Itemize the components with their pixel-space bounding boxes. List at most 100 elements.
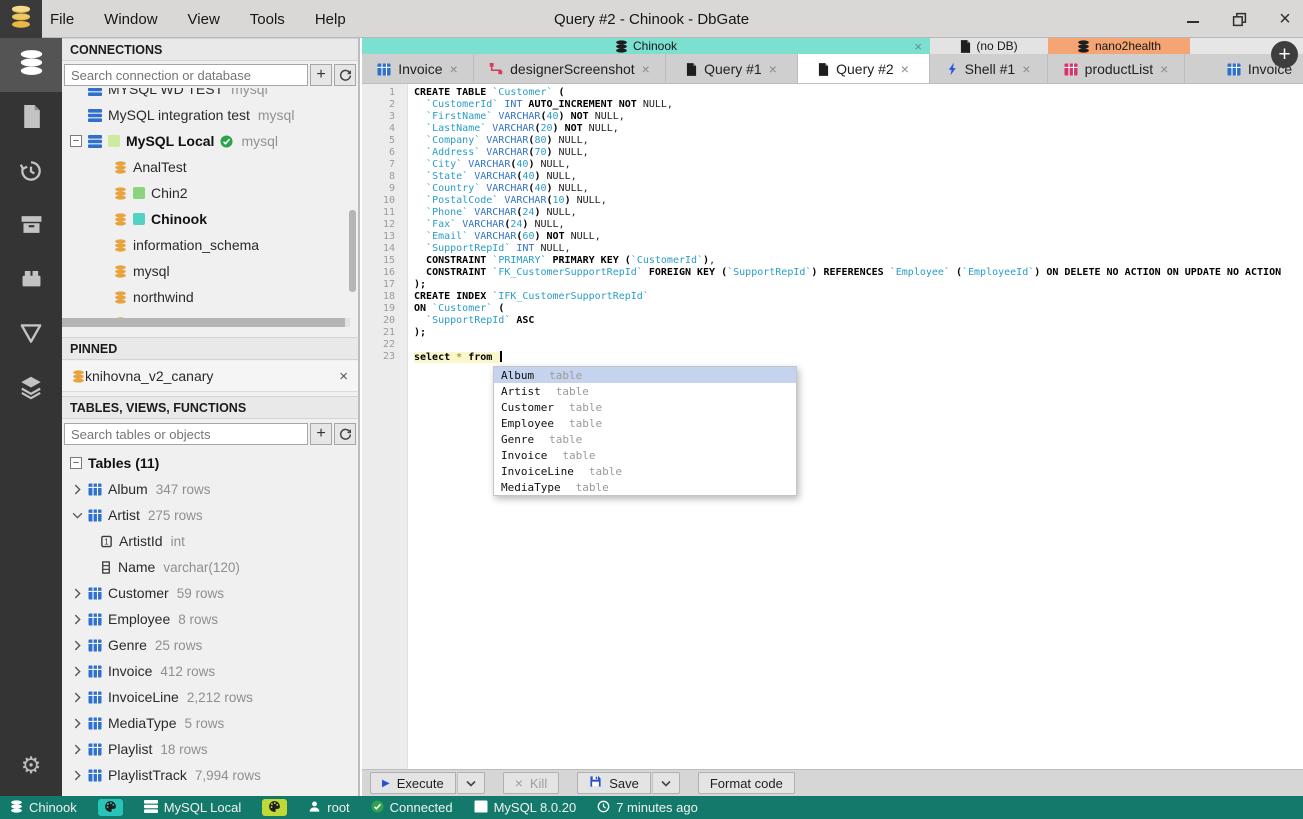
table-row[interactable]: InvoiceLine 2,212 rows [62, 684, 358, 710]
rail-item-triangle[interactable] [0, 308, 62, 362]
collapse-expander-icon[interactable]: − [70, 457, 82, 469]
connection-row[interactable]: MySQL integration test mysql [62, 102, 358, 128]
statusbar-user[interactable]: root [308, 800, 350, 816]
column-row[interactable]: Name varchar(120) [62, 554, 358, 580]
database-color-badge[interactable] [97, 799, 123, 816]
connection-color-badge[interactable] [262, 799, 288, 816]
menu-view[interactable]: View [188, 11, 220, 28]
chevron-right-icon[interactable] [74, 640, 82, 651]
rail-item-settings[interactable]: ⚙ [0, 738, 62, 792]
connection-row[interactable]: northwind [62, 284, 358, 310]
connection-row[interactable]: AnalTest [62, 154, 358, 180]
rail-item-file[interactable] [0, 92, 62, 146]
autocomplete-item-name: Album [501, 368, 535, 382]
save-button[interactable]: Save [577, 772, 651, 794]
close-tab-button[interactable]: × [1160, 61, 1168, 77]
tab-query--1[interactable]: Query #1 × [666, 54, 798, 83]
connection-row[interactable]: Chinook [62, 206, 358, 232]
minimize-button[interactable] [1185, 11, 1201, 27]
table-row[interactable]: MediaType 5 rows [62, 710, 358, 736]
rail-item-database[interactable] [0, 38, 62, 92]
chevron-down-icon[interactable] [72, 510, 83, 521]
menu-window[interactable]: Window [104, 11, 157, 28]
save-dropdown-button[interactable] [651, 772, 680, 794]
column-row[interactable]: 1 ArtistId int [62, 528, 358, 554]
execute-button[interactable]: ▶ Execute [370, 772, 456, 794]
rail-item-history[interactable] [0, 146, 62, 200]
menu-tools[interactable]: Tools [250, 11, 285, 28]
rail-item-layers[interactable] [0, 362, 62, 416]
connection-row[interactable] [62, 310, 358, 318]
pinned-item[interactable]: knihovna_v2_canary × [62, 361, 358, 392]
add-object-button[interactable]: + [310, 423, 332, 445]
tab-invoice[interactable]: Invoice × [362, 54, 474, 83]
table-row[interactable]: Employee 8 rows [62, 606, 358, 632]
code-line: `Address` VARCHAR(70) NULL, [426, 147, 589, 158]
close-group-button[interactable]: × [914, 38, 922, 54]
statusbar-connection[interactable]: MySQL Local [143, 799, 241, 816]
rail-item-archive[interactable] [0, 200, 62, 254]
tables-root-row[interactable]: − Tables (11) [62, 450, 358, 476]
kill-button[interactable]: × Kill [502, 772, 560, 794]
chevron-right-icon[interactable] [74, 770, 82, 781]
close-tab-button[interactable]: × [901, 61, 909, 77]
connection-row[interactable]: MYSQL WD TEST mysql [62, 88, 358, 102]
chevron-right-icon[interactable] [74, 692, 82, 703]
autocomplete-item[interactable]: Album table [494, 367, 796, 383]
new-tab-button[interactable]: + [1271, 41, 1298, 68]
autocomplete-item[interactable]: InvoiceLine table [494, 463, 796, 479]
autocomplete-item[interactable]: Artist table [494, 383, 796, 399]
close-tab-button[interactable]: × [450, 61, 458, 77]
connection-row[interactable]: − MySQL Local mysql [62, 128, 358, 154]
add-connection-button[interactable]: + [310, 64, 332, 86]
engine-label: mysql [257, 107, 295, 123]
autocomplete-item[interactable]: Customer table [494, 399, 796, 415]
menu-file[interactable]: File [50, 11, 74, 28]
close-tab-button[interactable]: × [769, 61, 777, 77]
connection-row[interactable]: Chin2 [62, 180, 358, 206]
table-row[interactable]: Invoice 412 rows [62, 658, 358, 684]
sql-editor[interactable]: 1 2 3 4 5 6 7 8 9 10 11 12 13 14 15 16 17 18 19 20 21 22 23 CR… [362, 84, 1303, 769]
menu-help[interactable]: Help [315, 11, 346, 28]
rail-item-plugin[interactable] [0, 254, 62, 308]
chevron-right-icon[interactable] [74, 588, 82, 599]
connections-search-input[interactable] [64, 64, 308, 86]
tables-search-input[interactable] [64, 423, 308, 445]
table-row[interactable]: PlaylistTrack 7,994 rows [62, 762, 358, 788]
connection-row[interactable]: information_schema [62, 232, 358, 258]
close-tab-button[interactable]: × [642, 61, 650, 77]
table-row[interactable]: Genre 25 rows [62, 632, 358, 658]
autocomplete-item[interactable]: Genre table [494, 431, 796, 447]
autocomplete-item[interactable]: MediaType table [494, 479, 796, 495]
format-code-button[interactable]: Format code [697, 772, 795, 794]
unpin-button[interactable]: × [339, 368, 348, 385]
table-row[interactable]: Artist 275 rows [62, 502, 358, 528]
close-tab-button[interactable]: × [1022, 61, 1030, 77]
tab-query--2[interactable]: Query #2 × [798, 54, 930, 83]
tab-shell--1[interactable]: Shell #1 × [930, 54, 1048, 83]
table-row[interactable]: Playlist 18 rows [62, 736, 358, 762]
table-row[interactable]: Customer 59 rows [62, 580, 358, 606]
restore-button[interactable] [1231, 11, 1247, 27]
chevron-right-icon[interactable] [74, 614, 82, 625]
chevron-right-icon[interactable] [74, 484, 82, 495]
autocomplete-item[interactable]: Invoice table [494, 447, 796, 463]
refresh-connections-button[interactable] [334, 64, 356, 86]
chevron-right-icon[interactable] [74, 744, 82, 755]
connections-vertical-scrollbar[interactable] [349, 210, 356, 292]
connection-row[interactable]: mysql [62, 258, 358, 284]
execute-dropdown-button[interactable] [456, 772, 485, 794]
table-row[interactable]: Album 347 rows [62, 476, 358, 502]
refresh-objects-button[interactable] [334, 423, 356, 445]
connections-horizontal-scrollbar[interactable] [62, 318, 350, 327]
tab-label: Invoice [398, 61, 443, 77]
tab-productlist[interactable]: productList × [1048, 54, 1185, 83]
chevron-right-icon[interactable] [74, 666, 82, 677]
tab-designerscreenshot[interactable]: designerScreenshot × [474, 54, 666, 83]
collapse-expander-icon[interactable]: − [70, 135, 82, 147]
chevron-right-icon[interactable] [74, 718, 82, 729]
statusbar-database[interactable]: Chinook [10, 799, 77, 816]
close-button[interactable]: × [1277, 9, 1293, 29]
table-blue-icon [1227, 63, 1241, 76]
autocomplete-item[interactable]: Employee table [494, 415, 796, 431]
